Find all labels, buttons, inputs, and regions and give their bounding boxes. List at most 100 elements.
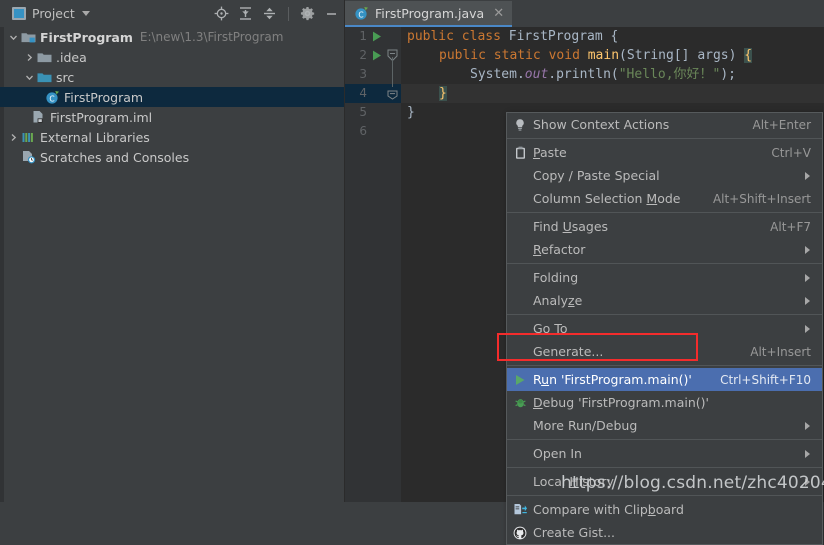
- menu-item-label: Run 'FirstProgram.main()': [533, 372, 692, 387]
- chevron-expanded-icon[interactable]: [22, 73, 36, 82]
- project-window-icon: [12, 7, 26, 20]
- menu-item-generate[interactable]: Generate... Alt+Insert: [507, 340, 822, 363]
- code-line-4: }: [439, 84, 447, 103]
- tree-label: FirstProgram.iml: [50, 109, 153, 125]
- java-class-icon: C: [354, 6, 369, 21]
- fold-region-line: [392, 57, 393, 87]
- menu-separator: [507, 314, 822, 315]
- menu-item-open-in[interactable]: Open In: [507, 442, 822, 465]
- menu-icon-slot: [507, 238, 533, 261]
- code-line-2: public static void main(String[] args) {: [439, 46, 753, 65]
- scratches-icon: [20, 150, 36, 164]
- menu-item-shortcut: Alt+Insert: [750, 344, 811, 359]
- submenu-arrow-icon: [805, 171, 810, 180]
- expand-all-icon[interactable]: [238, 6, 253, 21]
- menu-item-label: Go To: [533, 321, 568, 336]
- menu-item-find-usages[interactable]: Find Usages Alt+F7: [507, 215, 822, 238]
- menu-item-paste[interactable]: Paste Ctrl+V: [507, 141, 822, 164]
- chevron-collapsed-icon[interactable]: [6, 133, 20, 142]
- line-number: 3: [359, 67, 367, 81]
- minimize-icon[interactable]: [324, 6, 339, 21]
- tree-row-external-libraries[interactable]: External Libraries: [0, 127, 345, 147]
- tree-row-src[interactable]: src: [0, 67, 345, 87]
- code-paren: (: [610, 67, 619, 82]
- run-gutter-icon[interactable]: [371, 46, 383, 65]
- run-gutter-icon[interactable]: [371, 27, 383, 46]
- tree-label: FirstProgram: [64, 89, 144, 105]
- tab-firstprogram-java[interactable]: C FirstProgram.java ✕: [345, 1, 513, 27]
- menu-item-label: Show Context Actions: [533, 117, 670, 132]
- menu-separator: [507, 495, 822, 496]
- menu-separator: [507, 365, 822, 366]
- tree-row-idea[interactable]: .idea: [0, 47, 345, 67]
- tree-label: src: [56, 69, 75, 85]
- chevron-collapsed-icon[interactable]: [22, 53, 36, 62]
- java-class-icon: C: [44, 90, 60, 105]
- submenu-arrow-icon: [805, 449, 810, 458]
- menu-item-more-run-debug[interactable]: More Run/Debug: [507, 414, 822, 437]
- locate-file-icon[interactable]: [214, 6, 229, 21]
- code-dot: .: [516, 67, 525, 82]
- run-icon: [507, 368, 533, 391]
- menu-item-compare-with-clipboard[interactable]: Compare with Clipboard: [507, 498, 822, 521]
- line-number: 2: [359, 48, 367, 62]
- menu-item-create-gist[interactable]: Create Gist...: [507, 521, 822, 544]
- menu-item-run-main[interactable]: Run 'FirstProgram.main()' Ctrl+Shift+F10: [507, 368, 822, 391]
- tree-row-iml[interactable]: FirstProgram.iml: [0, 107, 345, 127]
- gear-icon[interactable]: [300, 6, 315, 21]
- compare-icon: [507, 498, 533, 521]
- chevron-down-icon[interactable]: [81, 11, 90, 16]
- project-panel-header: Project: [0, 0, 345, 27]
- menu-item-label: Compare with Clipboard: [533, 502, 684, 517]
- menu-item-copy-paste-special[interactable]: Copy / Paste Special: [507, 164, 822, 187]
- tree-row-firstprogram-class[interactable]: C FirstProgram: [0, 87, 345, 107]
- tree-label: FirstProgram: [40, 29, 133, 45]
- menu-item-label: Folding: [533, 270, 579, 285]
- code-classname: FirstProgram: [508, 29, 603, 44]
- menu-item-label: Paste: [533, 145, 567, 160]
- iml-file-icon: [30, 110, 46, 124]
- collapse-all-icon[interactable]: [262, 6, 277, 21]
- tree-module-path: E:\new\1.3\FirstProgram: [139, 30, 284, 44]
- code-method-call: println: [556, 67, 611, 82]
- debug-icon: [507, 391, 533, 414]
- menu-item-analyze[interactable]: Analyze: [507, 289, 822, 312]
- menu-item-label: Find Usages: [533, 219, 609, 234]
- menu-item-debug-main[interactable]: Debug 'FirstProgram.main()': [507, 391, 822, 414]
- code-brace-highlight: {: [744, 48, 753, 63]
- project-tree[interactable]: FirstProgram E:\new\1.3\FirstProgram .id…: [0, 27, 345, 167]
- menu-item-label: Debug 'FirstProgram.main()': [533, 395, 709, 410]
- folder-icon: [36, 51, 52, 64]
- submenu-arrow-icon: [805, 324, 810, 333]
- menu-item-show-context-actions[interactable]: Show Context Actions Alt+Enter: [507, 113, 822, 136]
- chevron-expanded-icon[interactable]: [6, 33, 20, 42]
- close-icon[interactable]: ✕: [493, 7, 504, 20]
- menu-item-shortcut: Alt+F7: [770, 219, 811, 234]
- menu-item-refactor[interactable]: Refactor: [507, 238, 822, 261]
- menu-separator: [507, 212, 822, 213]
- project-panel-title: Project: [32, 6, 75, 21]
- code-line-5: }: [407, 103, 415, 122]
- menu-item-go-to[interactable]: Go To: [507, 317, 822, 340]
- menu-item-label: Generate...: [533, 344, 604, 359]
- menu-icon-slot: [507, 442, 533, 465]
- menu-icon-slot: [507, 414, 533, 437]
- paste-icon: [507, 141, 533, 164]
- tree-row-scratches[interactable]: Scratches and Consoles: [0, 147, 345, 167]
- menu-separator: [507, 263, 822, 264]
- code-paren: );: [720, 67, 737, 82]
- line-number: 6: [359, 124, 367, 138]
- current-line-highlight: [401, 84, 824, 103]
- tree-label: .idea: [56, 49, 87, 65]
- menu-item-folding[interactable]: Folding: [507, 266, 822, 289]
- menu-icon-slot: [507, 317, 533, 340]
- menu-item-label: Analyze: [533, 293, 583, 308]
- menu-item-shortcut: Ctrl+Shift+F10: [720, 372, 811, 387]
- tree-row-firstprogram-module[interactable]: FirstProgram E:\new\1.3\FirstProgram: [0, 27, 345, 47]
- menu-icon-slot: [507, 470, 533, 493]
- menu-item-shortcut: Alt+Shift+Insert: [712, 191, 811, 206]
- menu-item-label: Copy / Paste Special: [533, 168, 660, 183]
- menu-item-column-selection-mode[interactable]: Column Selection Mode Alt+Shift+Insert: [507, 187, 822, 210]
- menu-icon-slot: [507, 340, 533, 363]
- code-brace-highlight: }: [439, 86, 447, 101]
